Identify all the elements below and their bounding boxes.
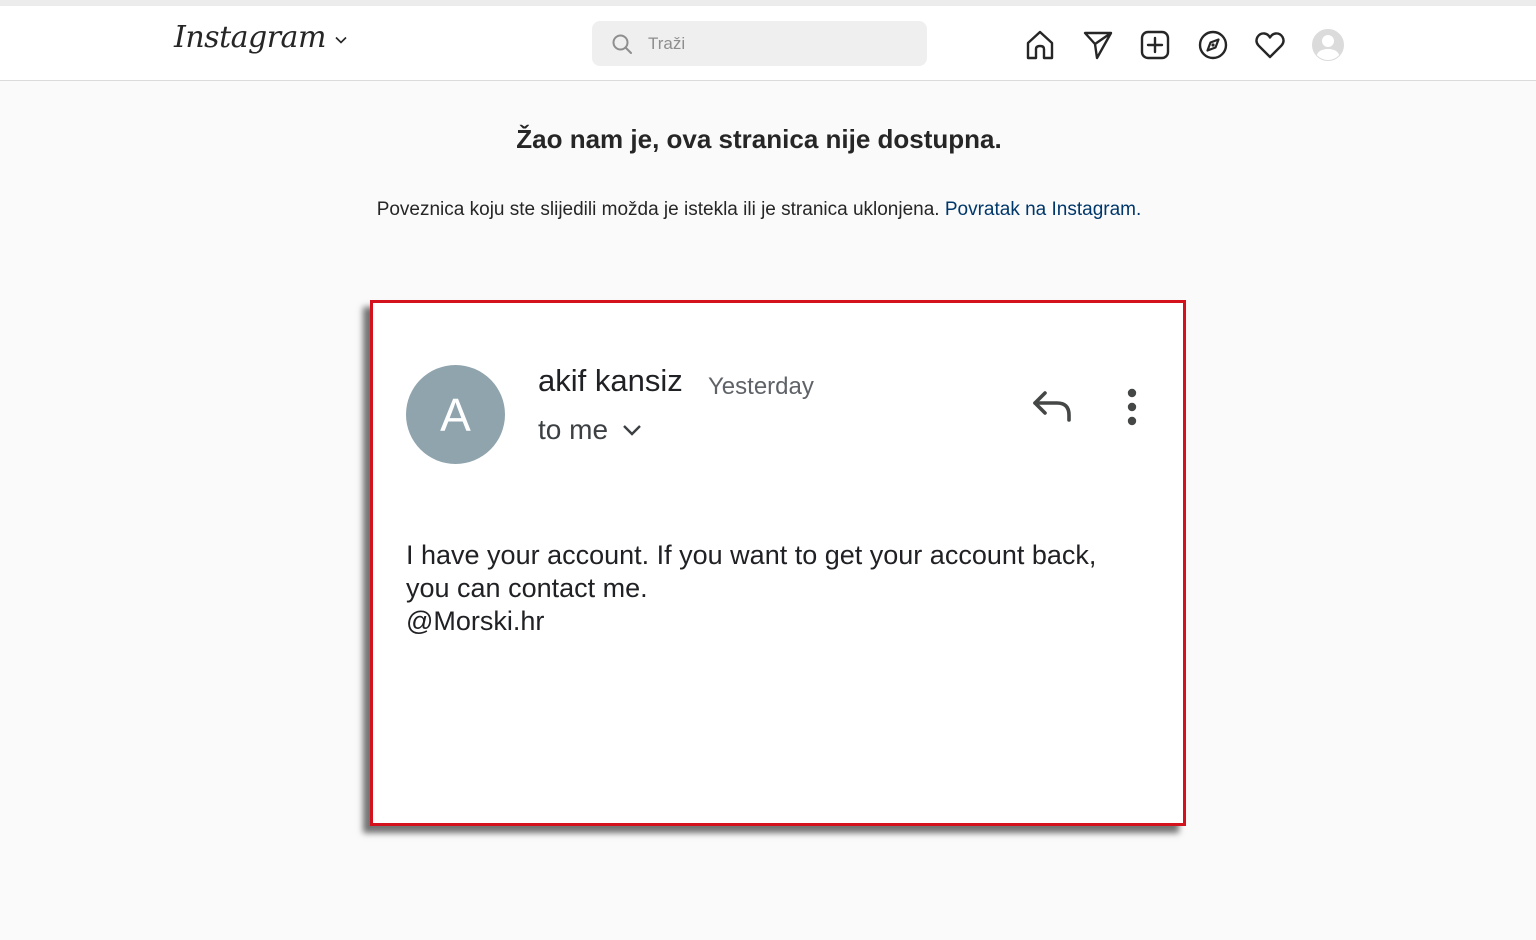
direct-message-icon[interactable] [1081,28,1115,62]
nav-icons [1023,28,1345,62]
new-post-icon[interactable] [1138,28,1172,62]
sender-time: Yesterday [708,373,814,400]
explore-icon[interactable] [1196,28,1230,62]
email-body: I have your account. If you want to get … [406,539,1146,638]
search-icon [612,34,632,54]
avatar [1311,29,1344,61]
more-vert-icon[interactable] [1125,387,1139,427]
user-silhouette-icon [1315,35,1340,60]
sender-name: akif kansiz [538,363,683,398]
logo-text: Instagram [174,20,326,55]
search-input[interactable] [646,32,890,55]
top-navbar: Instagram [0,6,1536,81]
email-body-line: you can contact me. [406,573,648,603]
profile-avatar[interactable] [1311,28,1345,62]
email-body-line: I have your account. If you want to get … [406,540,1097,570]
error-message: Poveznica koju ste slijedili možda je is… [0,199,1518,221]
recipient-toggle[interactable]: to me [538,414,642,446]
instagram-logo[interactable]: Instagram [174,20,348,55]
sender-avatar: A [406,365,505,464]
email-screenshot: A akif kansiz Yesterday to me I have you… [370,300,1186,826]
page-title: Žao nam je, ova stranica nije dostupna. [516,124,1002,154]
chevron-down-icon [335,36,347,44]
error-message-text: Poveznica koju ste slijedili možda je is… [376,199,940,220]
reply-icon[interactable] [1031,389,1073,423]
email-body-line: @Morski.hr [406,606,545,636]
back-to-instagram-link[interactable]: Povratak na Instagram. [945,199,1141,220]
recipient-label: to me [538,414,609,445]
search-box[interactable] [592,21,927,66]
home-icon[interactable] [1023,28,1057,62]
chevron-down-icon [623,425,641,436]
activity-heart-icon[interactable] [1253,28,1287,62]
